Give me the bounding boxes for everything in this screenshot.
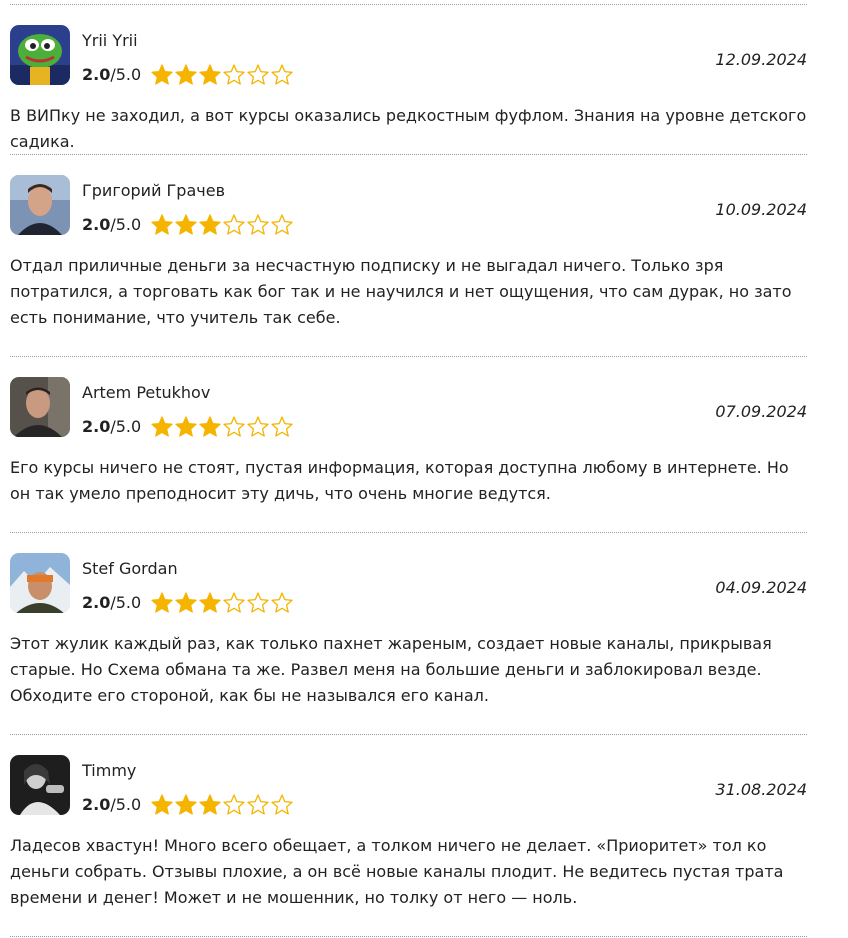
star-filled-icon [199,416,221,437]
rating-max: /5.0 [110,794,142,814]
star-filled-icon [175,214,197,235]
review-text: В ВИПку не заходил, а вот курсы оказалис… [10,106,807,151]
divider [10,936,807,937]
review-date: 07.09.2024 [715,402,807,421]
star-empty-icon [271,416,293,437]
star-empty-icon [223,592,245,613]
divider [10,734,807,735]
star-empty-icon [223,64,245,85]
reviewer-name: Stef Gordan [82,559,178,578]
rating-max: /5.0 [110,416,142,436]
avatar [10,755,70,815]
rating-score: 2.0 [82,592,111,612]
star-filled-icon [151,214,173,235]
reviewer-name: Григорий Грачев [82,181,225,200]
reviewer-name: Timmy [82,761,137,780]
star-empty-icon [247,416,269,437]
star-empty-icon [247,214,269,235]
star-filled-icon [151,592,173,613]
rating-score: 2.0 [82,416,111,436]
reviewer-name: Yrii Yrii [82,31,138,50]
star-filled-icon [199,64,221,85]
star-filled-icon [175,794,197,815]
review-text: Его курсы ничего не стоят, пустая информ… [10,458,789,503]
review-text: Отдал приличные деньги за несчастную под… [10,256,792,327]
star-empty-icon [271,592,293,613]
avatar [10,377,70,437]
rating-max: /5.0 [110,64,142,84]
rating-max: /5.0 [110,592,142,612]
rating-score: 2.0 [82,214,111,234]
star-rating [150,415,294,437]
divider [10,356,807,357]
star-empty-icon [271,794,293,815]
star-filled-icon [151,416,173,437]
star-rating [150,793,294,815]
review-date: 10.09.2024 [715,200,807,219]
star-filled-icon [175,64,197,85]
star-rating [150,63,294,85]
star-filled-icon [175,592,197,613]
star-filled-icon [151,64,173,85]
star-filled-icon [175,416,197,437]
avatar [10,175,70,235]
rating: 2.0/5.0 [82,793,294,815]
rating: 2.0/5.0 [82,415,294,437]
star-empty-icon [271,64,293,85]
star-rating [150,591,294,613]
review-text: Ладесов хвастун! Много всего обещает, а … [10,836,784,907]
star-filled-icon [151,794,173,815]
review-date: 04.09.2024 [715,578,807,597]
avatar [10,25,70,85]
divider [10,4,807,5]
rating: 2.0/5.0 [82,63,294,85]
divider [10,532,807,533]
rating: 2.0/5.0 [82,213,294,235]
rating-score: 2.0 [82,794,111,814]
rating-score: 2.0 [82,64,111,84]
star-empty-icon [223,416,245,437]
star-filled-icon [199,214,221,235]
reviewer-name: Artem Petukhov [82,383,211,402]
divider [10,154,807,155]
review-text: Этот жулик каждый раз, как только пахнет… [10,634,772,705]
star-empty-icon [223,214,245,235]
rating: 2.0/5.0 [82,591,294,613]
star-empty-icon [223,794,245,815]
review-date: 31.08.2024 [715,780,807,799]
star-filled-icon [199,592,221,613]
star-empty-icon [271,214,293,235]
star-filled-icon [199,794,221,815]
star-empty-icon [247,794,269,815]
review-date: 12.09.2024 [715,50,807,69]
star-empty-icon [247,64,269,85]
avatar [10,553,70,613]
rating-max: /5.0 [110,214,142,234]
star-rating [150,213,294,235]
star-empty-icon [247,592,269,613]
